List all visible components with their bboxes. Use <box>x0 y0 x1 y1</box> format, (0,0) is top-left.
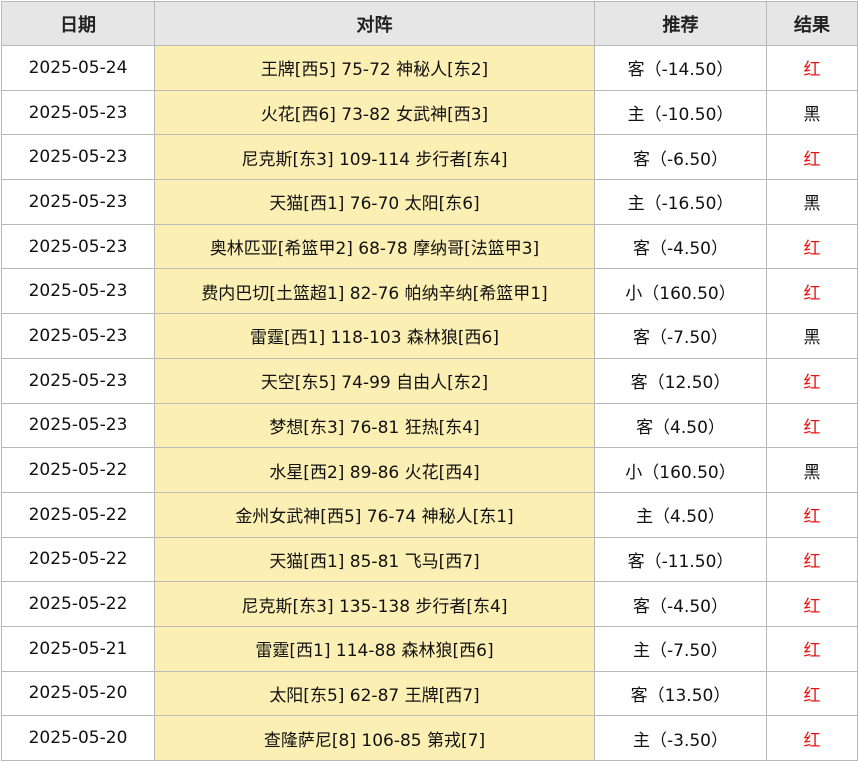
pick-cell: 客（-14.50） <box>594 45 767 91</box>
match-cell: 王牌[西5] 75-72 神秘人[东2] <box>154 45 595 91</box>
result-cell: 红 <box>766 402 858 449</box>
match-cell: 雷霆[西1] 114-88 森林狼[西6] <box>154 625 595 672</box>
table-row: 2025-05-23 雷霆[西1] 118-103 森林狼[西6] 客（-7.50）… <box>1 313 858 359</box>
match-cell: 查隆萨尼[8] 106-85 第戎[7] <box>154 715 595 761</box>
date-cell: 2025-05-23 <box>1 89 155 136</box>
match-cell: 尼克斯[东3] 109-114 步行者[东4] <box>154 134 595 181</box>
date-cell: 2025-05-23 <box>1 313 155 359</box>
match-cell: 天猫[西1] 76-70 太阳[东6] <box>154 179 595 225</box>
table-row: 2025-05-22 天猫[西1] 85-81 飞马[西7] 客（-11.50）红 <box>1 536 858 583</box>
result-cell: 黑 <box>766 313 858 359</box>
date-cell: 2025-05-23 <box>1 223 155 270</box>
match-cell: 梦想[东3] 76-81 狂热[东4] <box>154 402 595 449</box>
date-cell: 2025-05-23 <box>1 402 155 449</box>
pick-cell: 主（-3.50） <box>594 715 767 761</box>
table-row: 2025-05-20 太阳[东5] 62-87 王牌[西7] 客（13.50）红 <box>1 670 858 717</box>
match-cell: 天空[东5] 74-99 自由人[东2] <box>154 357 595 404</box>
table-row: 2025-05-22 尼克斯[东3] 135-138 步行者[东4] 客（-4.50… <box>1 581 858 627</box>
match-cell: 火花[西6] 73-82 女武神[西3] <box>154 89 595 136</box>
table-row: 2025-05-21 雷霆[西1] 114-88 森林狼[西6] 主（-7.50）红 <box>1 625 858 672</box>
date-cell: 2025-05-23 <box>1 179 155 225</box>
pick-cell: 客（-4.50） <box>594 223 767 270</box>
result-cell: 红 <box>766 134 858 181</box>
result-cell: 黑 <box>766 89 858 136</box>
pick-cell: 客（-4.50） <box>594 581 767 627</box>
results-table: 日期 对阵 推荐 结果 2025-05-24 王牌[西5] 75-72 神秘人[东… <box>1 1 858 761</box>
pick-cell: 客（-11.50） <box>594 536 767 583</box>
pick-cell: 客（-6.50） <box>594 134 767 181</box>
table-row: 2025-05-23 尼克斯[东3] 109-114 步行者[东4] 客（-6.50… <box>1 134 858 181</box>
result-cell: 红 <box>766 715 858 761</box>
date-cell: 2025-05-20 <box>1 715 155 761</box>
table-row: 2025-05-20 查隆萨尼[8] 106-85 第戎[7] 主（-3.50）红 <box>1 715 858 761</box>
pick-cell: 主（-16.50） <box>594 179 767 225</box>
date-cell: 2025-05-23 <box>1 134 155 181</box>
date-cell: 2025-05-20 <box>1 670 155 717</box>
header-date: 日期 <box>1 1 155 46</box>
header-pick: 推荐 <box>594 1 767 46</box>
match-cell: 奥林匹亚[希篮甲2] 68-78 摩纳哥[法篮甲3] <box>154 223 595 270</box>
match-cell: 金州女武神[西5] 76-74 神秘人[东1] <box>154 491 595 538</box>
match-cell: 费内巴切[土篮超1] 82-76 帕纳辛纳[希篮甲1] <box>154 268 595 315</box>
result-cell: 红 <box>766 45 858 91</box>
pick-cell: 客（12.50） <box>594 357 767 404</box>
date-cell: 2025-05-23 <box>1 268 155 315</box>
date-cell: 2025-05-22 <box>1 447 155 493</box>
table-body: 2025-05-24 王牌[西5] 75-72 神秘人[东2] 客（-14.50）红… <box>1 45 858 761</box>
header-match: 对阵 <box>154 1 595 46</box>
table-row: 2025-05-23 天空[东5] 74-99 自由人[东2] 客（12.50）红 <box>1 357 858 404</box>
result-cell: 黑 <box>766 447 858 493</box>
table-row: 2025-05-22 金州女武神[西5] 76-74 神秘人[东1] 主（4.50）… <box>1 491 858 538</box>
table-row: 2025-05-24 王牌[西5] 75-72 神秘人[东2] 客（-14.50）红 <box>1 45 858 91</box>
result-cell: 红 <box>766 491 858 538</box>
pick-cell: 客（4.50） <box>594 402 767 449</box>
match-cell: 水星[西2] 89-86 火花[西4] <box>154 447 595 493</box>
header-result: 结果 <box>766 1 858 46</box>
table-row: 2025-05-23 费内巴切[土篮超1] 82-76 帕纳辛纳[希篮甲1] 小（1… <box>1 268 858 315</box>
match-cell: 太阳[东5] 62-87 王牌[西7] <box>154 670 595 717</box>
date-cell: 2025-05-24 <box>1 45 155 91</box>
pick-cell: 小（160.50） <box>594 268 767 315</box>
table-row: 2025-05-22 水星[西2] 89-86 火花[西4] 小（160.50）黑 <box>1 447 858 493</box>
pick-cell: 小（160.50） <box>594 447 767 493</box>
date-cell: 2025-05-21 <box>1 625 155 672</box>
header-row: 日期 对阵 推荐 结果 <box>1 1 858 46</box>
date-cell: 2025-05-22 <box>1 581 155 627</box>
pick-cell: 主（-7.50） <box>594 625 767 672</box>
date-cell: 2025-05-22 <box>1 536 155 583</box>
result-cell: 红 <box>766 268 858 315</box>
pick-cell: 主（4.50） <box>594 491 767 538</box>
result-cell: 红 <box>766 223 858 270</box>
result-cell: 红 <box>766 581 858 627</box>
match-cell: 雷霆[西1] 118-103 森林狼[西6] <box>154 313 595 359</box>
table-row: 2025-05-23 奥林匹亚[希篮甲2] 68-78 摩纳哥[法篮甲3] 客（-4… <box>1 223 858 270</box>
result-cell: 红 <box>766 625 858 672</box>
date-cell: 2025-05-23 <box>1 357 155 404</box>
date-cell: 2025-05-22 <box>1 491 155 538</box>
pick-cell: 客（13.50） <box>594 670 767 717</box>
table-row: 2025-05-23 梦想[东3] 76-81 狂热[东4] 客（4.50）红 <box>1 402 858 449</box>
match-cell: 尼克斯[东3] 135-138 步行者[东4] <box>154 581 595 627</box>
result-cell: 红 <box>766 670 858 717</box>
pick-cell: 客（-7.50） <box>594 313 767 359</box>
result-cell: 黑 <box>766 179 858 225</box>
table-row: 2025-05-23 天猫[西1] 76-70 太阳[东6] 主（-16.50）黑 <box>1 179 858 225</box>
table-header: 日期 对阵 推荐 结果 <box>1 1 858 46</box>
result-cell: 红 <box>766 357 858 404</box>
match-cell: 天猫[西1] 85-81 飞马[西7] <box>154 536 595 583</box>
result-cell: 红 <box>766 536 858 583</box>
table-row: 2025-05-23 火花[西6] 73-82 女武神[西3] 主（-10.50）黑 <box>1 89 858 136</box>
pick-cell: 主（-10.50） <box>594 89 767 136</box>
